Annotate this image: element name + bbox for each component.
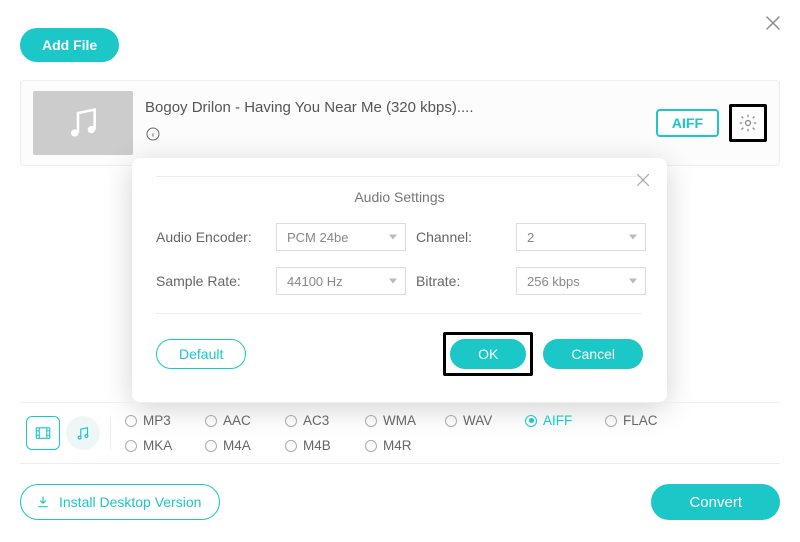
format-wma[interactable]: WMA (365, 413, 445, 428)
format-aiff[interactable]: AIFF (525, 413, 605, 428)
format-m4b[interactable]: M4B (285, 438, 365, 453)
audio-settings-modal: Audio Settings Audio Encoder: PCM 24be C… (132, 158, 667, 402)
format-m4a[interactable]: M4A (205, 438, 285, 453)
label-encoder: Audio Encoder: (156, 229, 266, 245)
select-channel[interactable]: 2 (516, 223, 646, 251)
select-encoder[interactable]: PCM 24be (276, 223, 406, 251)
info-icon[interactable] (145, 126, 161, 147)
audio-thumbnail (33, 91, 133, 155)
close-icon[interactable] (762, 12, 784, 39)
modal-title: Audio Settings (156, 177, 643, 215)
select-bitrate[interactable]: 256 kbps (516, 267, 646, 295)
install-desktop-button[interactable]: Install Desktop Version (20, 484, 220, 520)
add-file-button[interactable]: Add File (20, 28, 119, 62)
ok-button[interactable]: OK (450, 339, 526, 369)
select-sample-rate[interactable]: 44100 Hz (276, 267, 406, 295)
format-bar: MP3 AAC AC3 WMA WAV AIFF FLAC MKA M4A M4… (20, 402, 780, 464)
convert-button[interactable]: Convert (651, 484, 780, 520)
format-m4r[interactable]: M4R (365, 438, 445, 453)
format-badge[interactable]: AIFF (656, 109, 719, 137)
format-wav[interactable]: WAV (445, 413, 525, 428)
format-mp3[interactable]: MP3 (125, 413, 205, 428)
format-ac3[interactable]: AC3 (285, 413, 365, 428)
file-title: Bogoy Drilon - Having You Near Me (320 k… (145, 99, 656, 116)
file-card: Bogoy Drilon - Having You Near Me (320 k… (20, 80, 780, 166)
label-bitrate: Bitrate: (416, 273, 506, 289)
cancel-button[interactable]: Cancel (543, 339, 643, 369)
format-mka[interactable]: MKA (125, 438, 205, 453)
label-channel: Channel: (416, 229, 506, 245)
format-aac[interactable]: AAC (205, 413, 285, 428)
settings-button[interactable] (729, 104, 767, 142)
format-flac[interactable]: FLAC (605, 413, 685, 428)
ok-highlight: OK (443, 332, 533, 376)
audio-tab[interactable] (66, 416, 100, 450)
video-tab[interactable] (26, 416, 60, 450)
label-sample-rate: Sample Rate: (156, 273, 266, 289)
default-button[interactable]: Default (156, 339, 246, 369)
modal-close-icon[interactable] (633, 170, 653, 195)
download-icon (35, 494, 51, 510)
